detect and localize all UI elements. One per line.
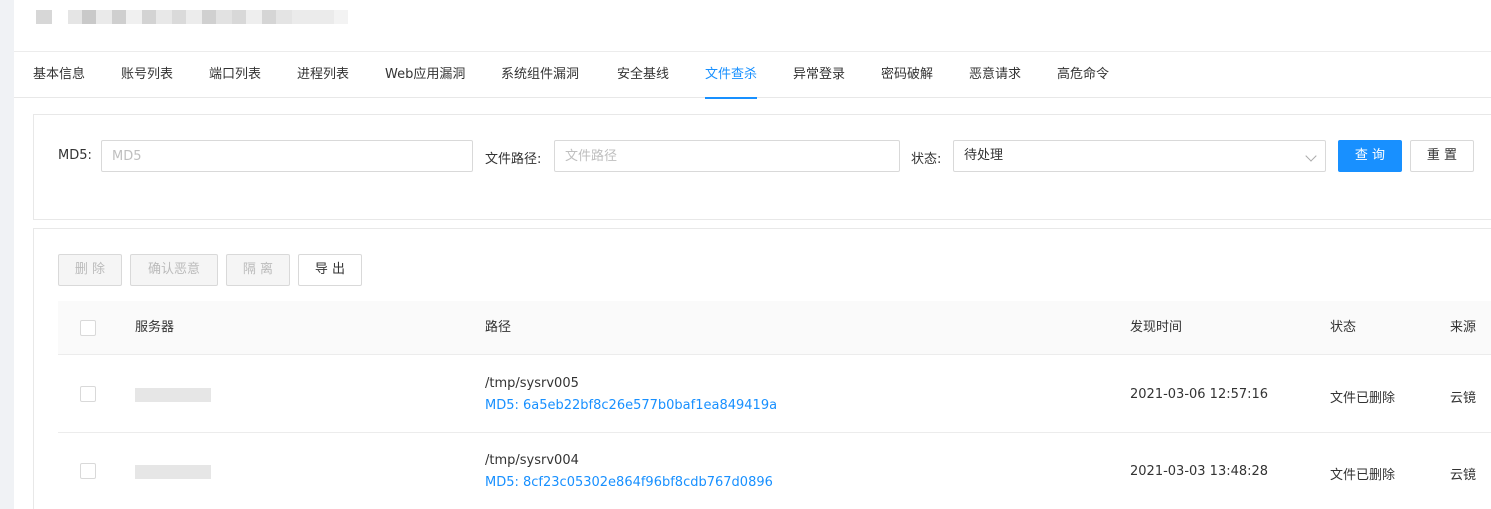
results-panel: 删 除 确认恶意 隔 离 导 出 服务器 路径 发现时间 状态 来源 /tmp/… — [33, 228, 1491, 509]
delete-button[interactable]: 删 除 — [58, 254, 122, 286]
status-select[interactable]: 待处理 — [953, 140, 1326, 172]
row-checkbox[interactable] — [80, 386, 96, 402]
tab-accounts[interactable]: 账号列表 — [121, 52, 173, 98]
row-checkbox[interactable] — [80, 463, 96, 479]
tab-dangerous-commands[interactable]: 高危命令 — [1057, 52, 1109, 98]
path-label: 文件路径: — [485, 152, 542, 167]
column-header-path: 路径 — [485, 320, 512, 335]
tab-processes[interactable]: 进程列表 — [297, 52, 349, 98]
blurred-title — [36, 10, 368, 24]
file-md5[interactable]: MD5: 8cf23c05302e864f96bf8cdb767d0896 — [485, 475, 773, 490]
chevron-down-icon — [1305, 150, 1317, 162]
tab-component-vulns[interactable]: 系统组件漏洞 — [501, 52, 579, 98]
tab-bar: 基本信息 账号列表 端口列表 进程列表 Web应用漏洞 系统组件漏洞 安全基线 … — [14, 52, 1491, 99]
status-select-value: 待处理 — [964, 148, 1004, 163]
table-row: /tmp/sysrv005 MD5: 6a5eb22bf8c26e577b0ba… — [58, 356, 1491, 433]
status-text: 文件已删除 — [1330, 391, 1396, 406]
tab-baseline[interactable]: 安全基线 — [617, 52, 669, 98]
tab-abnormal-login[interactable]: 异常登录 — [793, 52, 845, 98]
confirm-malicious-button[interactable]: 确认恶意 — [130, 254, 218, 286]
md5-label: MD5: — [58, 148, 92, 163]
tab-malicious-requests[interactable]: 恶意请求 — [969, 52, 1021, 98]
md5-input[interactable] — [101, 140, 473, 172]
table-row: /tmp/sysrv004 MD5: 8cf23c05302e864f96bf8… — [58, 433, 1491, 509]
tab-file-scan[interactable]: 文件查杀 — [705, 52, 758, 99]
tab-basic-info[interactable]: 基本信息 — [33, 52, 85, 98]
found-time: 2021-03-06 12:57:16 — [1130, 387, 1269, 402]
select-all-checkbox[interactable] — [80, 320, 96, 336]
source-text: 云镜 — [1450, 391, 1477, 406]
column-header-status: 状态 — [1330, 320, 1357, 335]
page: 基本信息 账号列表 端口列表 进程列表 Web应用漏洞 系统组件漏洞 安全基线 … — [14, 0, 1491, 509]
tab-web-vulns[interactable]: Web应用漏洞 — [385, 52, 465, 98]
isolate-button[interactable]: 隔 离 — [226, 254, 290, 286]
found-time: 2021-03-03 13:48:28 — [1130, 464, 1269, 479]
file-path: /tmp/sysrv005 — [485, 376, 579, 391]
table-header: 服务器 路径 发现时间 状态 来源 — [58, 301, 1491, 355]
source-text: 云镜 — [1450, 468, 1477, 483]
column-header-server: 服务器 — [135, 320, 175, 335]
reset-button[interactable]: 重 置 — [1410, 140, 1474, 172]
blurred-server-name — [135, 388, 211, 402]
tab-ports[interactable]: 端口列表 — [209, 52, 261, 98]
column-header-time: 发现时间 — [1130, 320, 1183, 335]
status-label: 状态: — [911, 152, 942, 167]
export-button[interactable]: 导 出 — [298, 254, 362, 286]
file-path: /tmp/sysrv004 — [485, 453, 579, 468]
left-strip — [0, 0, 14, 509]
file-md5[interactable]: MD5: 6a5eb22bf8c26e577b0baf1ea849419a — [485, 398, 777, 413]
top-bar — [14, 0, 1491, 52]
path-input[interactable] — [554, 140, 900, 172]
blurred-server-name — [135, 465, 211, 479]
query-button[interactable]: 查 询 — [1338, 140, 1402, 172]
status-text: 文件已删除 — [1330, 468, 1396, 483]
filter-panel: MD5: 文件路径: 状态: 待处理 查 询 重 置 — [33, 114, 1491, 220]
column-header-source: 来源 — [1450, 320, 1477, 335]
tab-password-crack[interactable]: 密码破解 — [881, 52, 933, 98]
